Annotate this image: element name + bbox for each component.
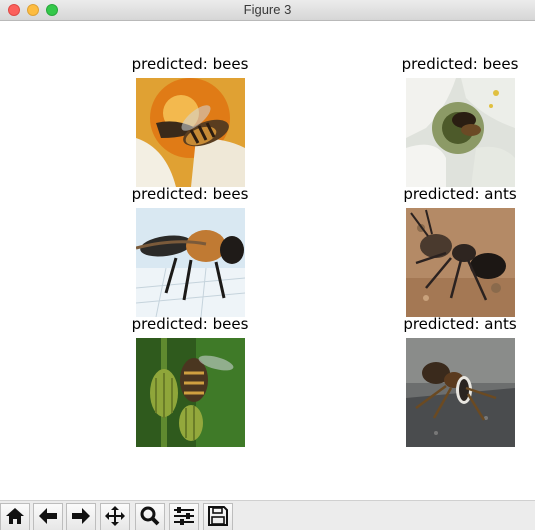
configure-subplots-button[interactable] <box>169 503 199 530</box>
home-icon <box>5 507 25 529</box>
ant-on-ground-image <box>406 208 515 317</box>
panel-title: predicted: bees <box>131 185 249 203</box>
figure-window: Figure 3 predicted: bees predicted: bees <box>0 0 535 530</box>
zoom-icon <box>140 506 160 530</box>
pan-button[interactable] <box>100 503 130 530</box>
sliders-icon <box>173 506 195 529</box>
move-icon <box>104 505 126 530</box>
arrow-right-icon <box>71 507 91 529</box>
save-icon <box>208 505 228 530</box>
title-bar: Figure 3 <box>0 0 535 21</box>
ant-on-rock-image <box>406 338 515 447</box>
navigation-toolbar <box>0 500 535 530</box>
bee-on-buds-image <box>136 338 245 447</box>
arrow-left-icon <box>38 507 58 529</box>
back-button[interactable] <box>33 503 63 530</box>
bee-on-white-flower-image <box>406 78 515 187</box>
panel-title: predicted: bees <box>131 315 249 333</box>
panel-title: predicted: bees <box>131 55 249 73</box>
forward-button[interactable] <box>66 503 96 530</box>
zoom-button[interactable] <box>135 503 165 530</box>
home-button[interactable] <box>0 503 30 530</box>
save-button[interactable] <box>203 503 233 530</box>
panel-title: predicted: ants <box>403 315 517 333</box>
window-title: Figure 3 <box>243 2 292 17</box>
panel-title: predicted: bees <box>401 55 519 73</box>
figure-canvas[interactable]: predicted: bees predicted: bees predicte… <box>0 21 535 500</box>
panel-title: predicted: ants <box>403 185 517 203</box>
bee-on-surface-image <box>136 208 245 317</box>
bee-on-flower-image <box>136 78 245 187</box>
